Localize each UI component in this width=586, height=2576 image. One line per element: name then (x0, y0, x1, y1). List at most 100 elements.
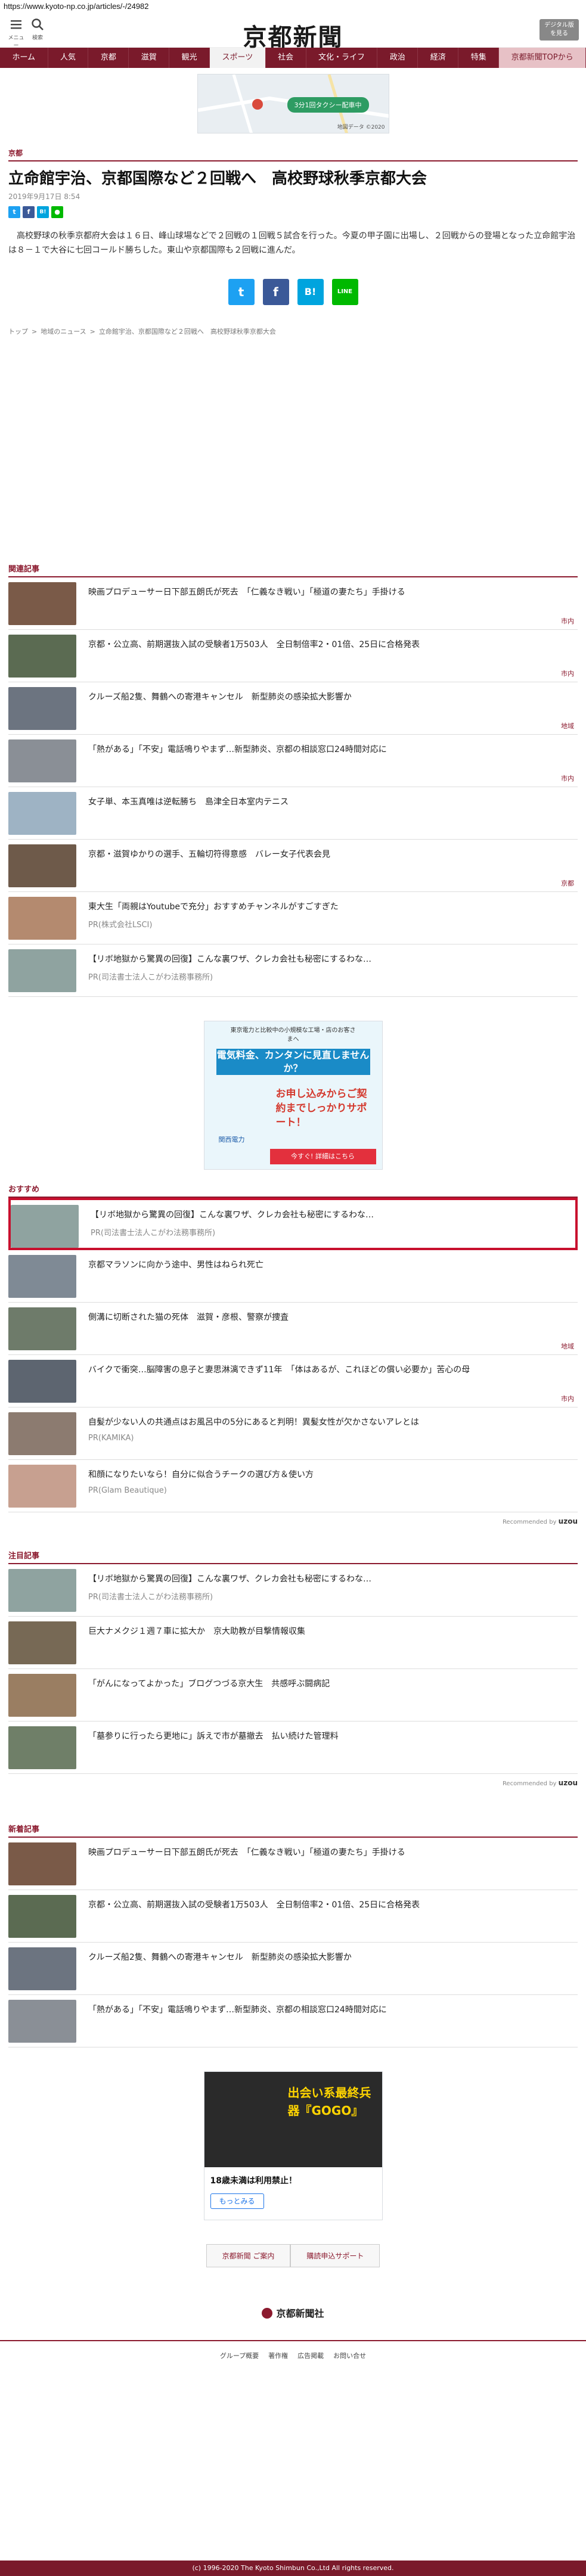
list-item[interactable]: 「墓参りに行ったら更地に」訴えで市が墓撤去 払い続けた管理料 (8, 1722, 578, 1774)
article-thumbnail[interactable] (8, 1842, 76, 1885)
hatena-icon[interactable]: B! (37, 206, 49, 218)
article-link-title[interactable]: 東大生「両親はYoutubeで充分」おすすめチャンネルがすごすぎた (88, 900, 572, 912)
footer-link-guide[interactable]: 京都新聞 ご案内 (206, 2244, 291, 2267)
recommended-by-2: Recommended by uzou (8, 1779, 578, 1787)
sponsor-label: PR(KAMIKA) (88, 1434, 134, 1443)
footer-nav-item[interactable]: 著作権 (268, 2352, 288, 2360)
article-thumbnail[interactable] (8, 844, 76, 887)
article-link-title[interactable]: 京都マラソンに向かう途中、男性はねられ死亡 (88, 1259, 572, 1270)
article-link-title[interactable]: 女子単、本玉真唯は逆転勝ち 島津全日本室内テニス (88, 796, 572, 807)
article-thumbnail[interactable] (8, 1621, 76, 1664)
article-thumbnail[interactable] (8, 1674, 76, 1717)
bottom-ad-button[interactable]: もっとみる (210, 2193, 264, 2209)
article-link-title[interactable]: 「がんになってよかった」ブログつづる京大生 共感呼ぶ闘病記 (88, 1677, 572, 1689)
article-thumbnail[interactable] (8, 792, 76, 835)
mid-ad-button[interactable]: 今すぐ! 詳細はこちら (269, 1149, 376, 1164)
article-link-title[interactable]: 巨大ナメクジ１週７車に拡大か 京大助教が目撃情報収集 (88, 1625, 572, 1637)
article-thumbnail[interactable] (8, 1412, 76, 1455)
article-link-title[interactable]: 【リボ地獄から驚異の回復】こんな裏ワザ、クレカ会社も秘密にするわな… (88, 1573, 572, 1584)
list-item[interactable]: 京都・公立高、前期選抜入試の受験者1万503人 全日制倍率2・01倍、25日に合… (8, 630, 578, 682)
article-link-title[interactable]: 「熱がある」「不安」電話鳴りやまず…新型肺炎、京都の相談窓口24時間対応に (88, 2003, 572, 2015)
article-link-title[interactable]: 和顔になりたいなら！自分に似合うチークの選び方＆使い方 (88, 1468, 572, 1480)
article-thumbnail[interactable] (8, 1307, 76, 1350)
line-icon[interactable]: ● (51, 206, 63, 218)
article-link-title[interactable]: クルーズ船2隻、舞鶴への寄港キャンセル 新型肺炎の感染拡大影響か (88, 1951, 572, 1963)
article-link-title[interactable]: 「熱がある」「不安」電話鳴りやまず…新型肺炎、京都の相談窓口24時間対応に (88, 743, 572, 755)
article-link-title[interactable]: 【リボ地獄から驚異の回復】こんな裏ワザ、クレカ会社も秘密にするわな… (88, 953, 572, 965)
article-thumbnail[interactable] (8, 1360, 76, 1403)
list-item[interactable]: 巨大ナメクジ１週７車に拡大か 京大助教が目撃情報収集 (8, 1617, 578, 1669)
list-item[interactable]: 映画プロデューサー日下部五朗氏が死去 「仁義なき戦い」「極道の妻たち」手掛ける (8, 1838, 578, 1890)
uzou-logo[interactable]: uzou (559, 1517, 578, 1525)
list-item[interactable]: 「がんになってよかった」ブログつづる京大生 共感呼ぶ闘病記 (8, 1669, 578, 1722)
list-item[interactable]: 女子単、本玉真唯は逆転勝ち 島津全日本室内テニス (8, 787, 578, 840)
article-link-title[interactable]: 京都・滋賀ゆかりの選手、五輪切符得意感 バレー女子代表会見 (88, 848, 572, 860)
list-item[interactable]: 京都マラソンに向かう途中、男性はねられ死亡 (8, 1250, 578, 1303)
footer-nav-item[interactable]: お問い合せ (333, 2352, 366, 2360)
attention-heading: 注目記事 (8, 1549, 578, 1564)
list-item[interactable]: 東大生「両親はYoutubeで充分」おすすめチャンネルがすごすぎた PR(株式会社… (8, 892, 578, 944)
article-thumbnail[interactable] (8, 1465, 76, 1508)
article-thumbnail[interactable] (11, 1205, 79, 1248)
article-link-title[interactable]: 自髪が少ない人の共通点はお風呂中の5分にあると判明！異髪女性が欠かさないアレとは (88, 1416, 572, 1428)
list-item[interactable]: 映画プロデューサー日下部五朗氏が死去 「仁義なき戦い」「極道の妻たち」手掛ける市… (8, 577, 578, 630)
twitter-share-icon[interactable]: t (228, 279, 255, 305)
article-thumbnail[interactable] (8, 687, 76, 730)
article-thumbnail[interactable] (8, 582, 76, 625)
footer-nav-item[interactable]: 広告掲載 (297, 2352, 324, 2360)
article-link-title[interactable]: 京都・公立高、前期選抜入試の受験者1万503人 全日制倍率2・01倍、25日に合… (88, 638, 572, 650)
bottom-ad[interactable]: 出会い系最終兵器『GOGO』 18歳未満は利用禁止！ もっとみる (203, 2071, 383, 2220)
breadcrumb-item[interactable]: 地域のニュース (41, 328, 86, 335)
footer-logo[interactable]: 京都新聞社 (0, 2305, 586, 2320)
article-link-title[interactable]: 【リボ地獄から驚異の回復】こんな裏ワザ、クレカ会社も秘密にするわな… (91, 1208, 569, 1220)
list-item[interactable]: 「熱がある」「不安」電話鳴りやまず…新型肺炎、京都の相談窓口24時間対応に (8, 1995, 578, 2047)
footer-nav-item[interactable]: グループ概要 (220, 2352, 259, 2360)
article-thumbnail[interactable] (8, 1726, 76, 1769)
article-thumbnail[interactable] (8, 739, 76, 782)
uzou-logo-2[interactable]: uzou (559, 1779, 578, 1787)
facebook-share-icon[interactable]: f (262, 279, 289, 305)
article-link-title[interactable]: 映画プロデューサー日下部五朗氏が死去 「仁義なき戦い」「極道の妻たち」手掛ける (88, 586, 572, 598)
list-item[interactable]: 和顔になりたいなら！自分に似合うチークの選び方＆使い方 PR(Glam Beaut… (8, 1460, 578, 1512)
article-thumbnail[interactable] (8, 2000, 76, 2043)
list-item[interactable]: 「熱がある」「不安」電話鳴りやまず…新型肺炎、京都の相談窓口24時間対応に 市内 (8, 735, 578, 787)
facebook-icon[interactable]: f (23, 206, 35, 218)
article-thumbnail[interactable] (8, 635, 76, 678)
list-item[interactable]: 京都・公立高、前期選抜入試の受験者1万503人 全日制倍率2・01倍、25日に合… (8, 1890, 578, 1943)
breadcrumb-item[interactable]: 立命館宇治、京都国際など２回戦へ 高校野球秋季京都大会 (99, 328, 276, 335)
middle-ad[interactable]: 東京電力と比較中の小規模な工場・店のお客さまへ 電気料金、カンタンに見直しません… (203, 1021, 383, 1170)
breadcrumb-item[interactable]: トップ (8, 328, 28, 335)
list-item[interactable]: 【リボ地獄から驚異の回復】こんな裏ワザ、クレカ会社も秘密にするわな… PR(司法書… (8, 944, 578, 997)
hatena-share-icon[interactable]: B! (297, 279, 324, 305)
article-link-title[interactable]: クルーズ船2隻、舞鶴への寄港キャンセル 新型肺炎の感染拡大影響か (88, 691, 572, 703)
twitter-icon[interactable]: t (8, 206, 20, 218)
article-link-title[interactable]: 映画プロデューサー日下部五朗氏が死去 「仁義なき戦い」「極道の妻たち」手掛ける (88, 1846, 572, 1858)
article-thumbnail[interactable] (8, 1255, 76, 1298)
map-ad-banner[interactable]: 3分1回タクシー配車中 (287, 97, 369, 113)
site-logo[interactable]: 京都新聞 (0, 18, 586, 52)
article-thumbnail[interactable] (8, 1569, 76, 1612)
address-bar[interactable]: https://www.kyoto-np.co.jp/articles/-/24… (0, 0, 586, 13)
article-link-title[interactable]: 側溝に切断された猫の死体 滋賀・彦根、警察が捜査 (88, 1311, 572, 1323)
list-item[interactable]: 自髪が少ない人の共通点はお風呂中の5分にあると判明！異髪女性が欠かさないアレとは… (8, 1407, 578, 1460)
top-ad[interactable]: 3分1回タクシー配車中 地図データ ©2020 (197, 74, 389, 133)
article-link-title[interactable]: バイクで衝突…脳障害の息子と妻思淋漓できず11年 「体はあるが、これほどの償い必… (88, 1363, 572, 1375)
list-item[interactable]: 側溝に切断された猫の死体 滋賀・彦根、警察が捜査 地域 (8, 1303, 578, 1355)
article-thumbnail[interactable] (8, 1947, 76, 1990)
list-item[interactable]: クルーズ船2隻、舞鶴への寄港キャンセル 新型肺炎の感染拡大影響か地域 (8, 682, 578, 735)
list-item[interactable]: 京都・滋賀ゆかりの選手、五輪切符得意感 バレー女子代表会見 京都 (8, 840, 578, 892)
article-thumbnail[interactable] (8, 897, 76, 940)
footer-link-subscribe[interactable]: 購読申込サポート (290, 2244, 380, 2267)
article-link-title[interactable]: 「墓参りに行ったら更地に」訴えで市が墓撤去 払い続けた管理料 (88, 1730, 572, 1742)
article-link-title[interactable]: 京都・公立高、前期選抜入試の受験者1万503人 全日制倍率2・01倍、25日に合… (88, 1898, 572, 1910)
list-item[interactable]: クルーズ船2隻、舞鶴への寄港キャンセル 新型肺炎の感染拡大影響か (8, 1943, 578, 1995)
list-item[interactable]: バイクで衝突…脳障害の息子と妻思淋漓できず11年 「体はあるが、これほどの償い必… (8, 1355, 578, 1407)
latest-heading: 新着記事 (8, 1823, 578, 1838)
area-tag: 地域 (561, 722, 574, 730)
list-item[interactable]: 【リボ地獄から驚異の回復】こんな裏ワザ、クレカ会社も秘密にするわな… PR(司法書… (8, 1198, 578, 1250)
article-thumbnail[interactable] (8, 949, 76, 992)
line-share-icon[interactable]: LINE (331, 279, 358, 305)
list-item[interactable]: 【リボ地獄から驚異の回復】こんな裏ワザ、クレカ会社も秘密にするわな… PR(司法書… (8, 1564, 578, 1617)
article-thumbnail[interactable] (8, 1895, 76, 1938)
digital-edition-button[interactable]: デジタル版 を見る (540, 19, 579, 41)
